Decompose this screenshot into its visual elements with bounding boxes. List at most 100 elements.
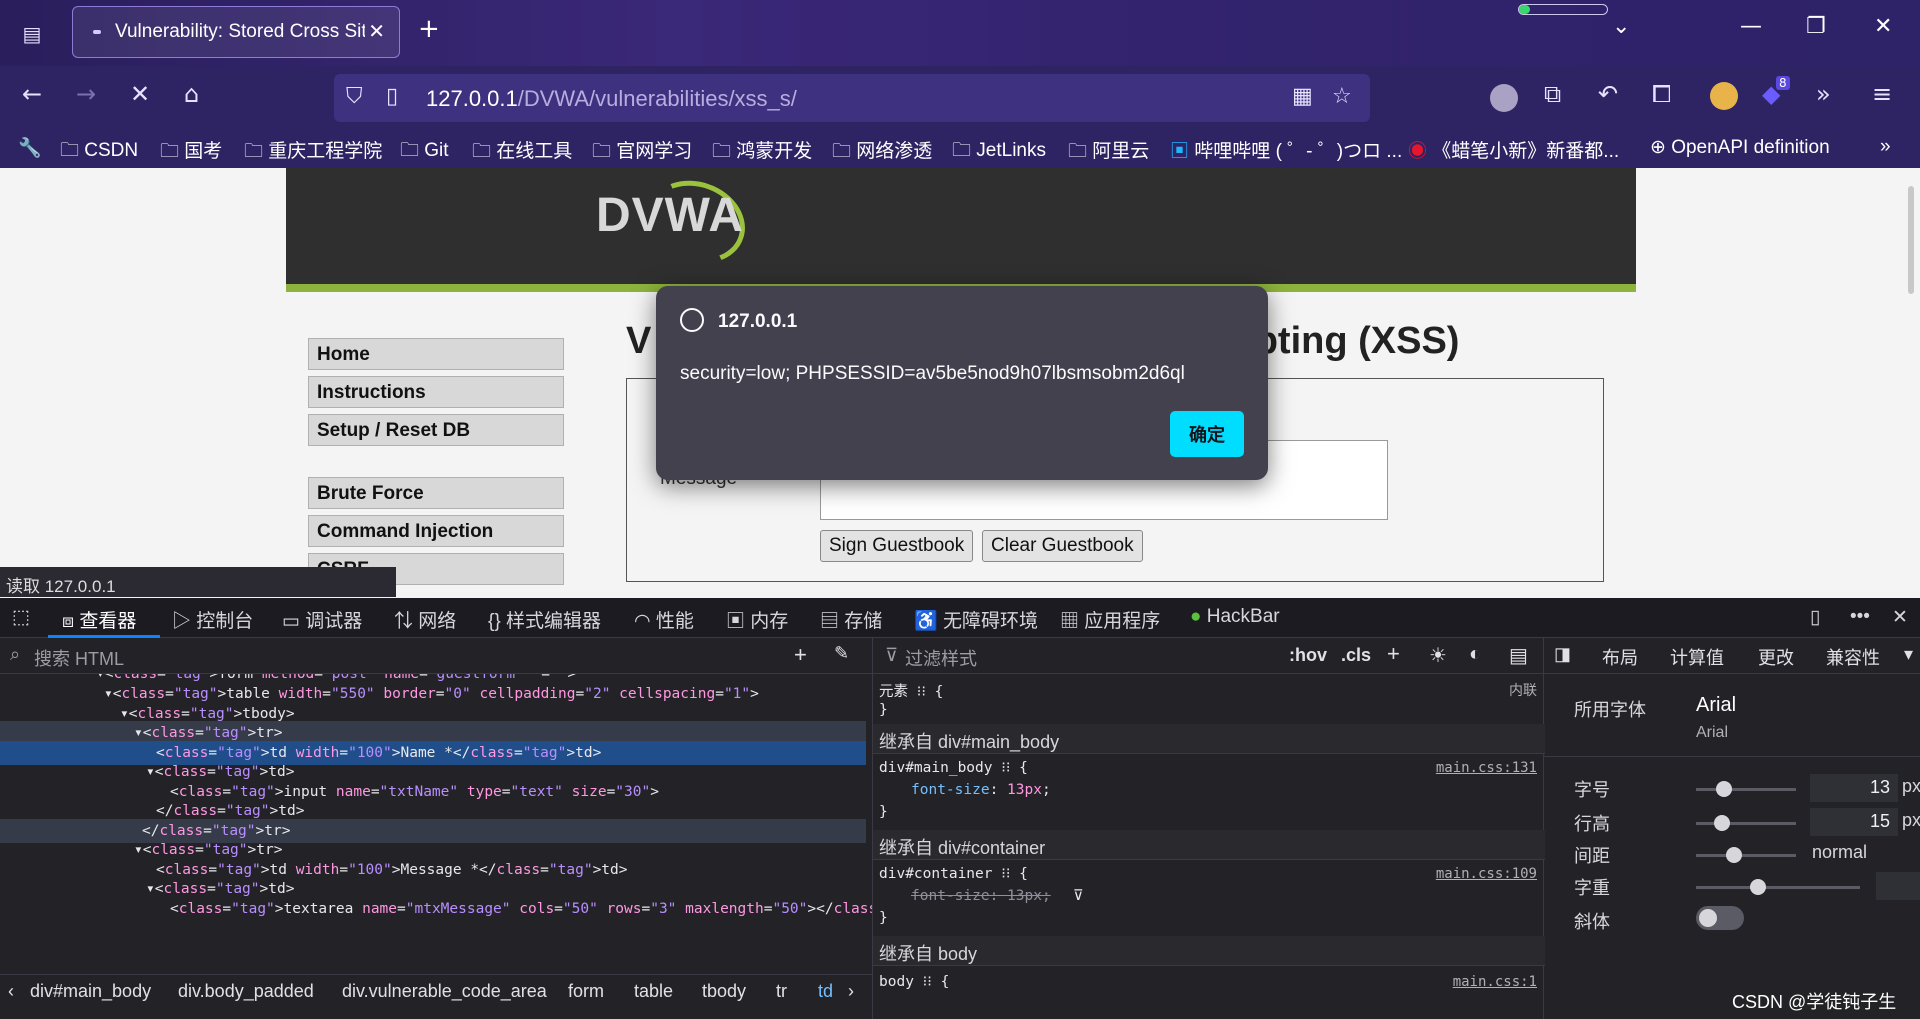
tab-list-icon[interactable]: ▤ (14, 16, 50, 52)
letter-spacing-slider[interactable] (1696, 847, 1796, 863)
main-css-131-link[interactable]: main.css:131 (1436, 760, 1537, 776)
restore-button[interactable]: ❐ (1806, 14, 1826, 39)
element-picker-icon[interactable]: ⬚ (12, 606, 30, 629)
add-node-icon[interactable]: + (794, 642, 807, 668)
close-window-button[interactable]: ✕ (1874, 14, 1892, 39)
container-selector[interactable]: div#container ⁝⁝ { (879, 866, 1028, 882)
bookmark-tools[interactable]: 🗀 在线工具 (472, 136, 572, 169)
tab-changes[interactable]: 更改 (1758, 644, 1794, 670)
light-mode-icon[interactable]: ☀ (1429, 643, 1447, 668)
stop-button[interactable]: ✕ (130, 80, 150, 108)
font-size-slider[interactable] (1696, 781, 1796, 797)
crop-icon[interactable]: ⧉ (1544, 80, 1561, 108)
filter-styles-input[interactable]: 过滤样式 (905, 645, 977, 671)
tab-performance[interactable]: ◠ 性能 (634, 606, 694, 633)
font-size-input[interactable]: 13 (1810, 774, 1898, 802)
url-bar[interactable]: ⛉ ▯ 127.0.0.1/DVWA/vulnerabilities/xss_s… (334, 74, 1370, 122)
tab-storage[interactable]: ▤ 存储 (820, 606, 882, 633)
tab-accessibility[interactable]: ♿ 无障碍环境 (914, 606, 1038, 633)
url-text[interactable]: 127.0.0.1/DVWA/vulnerabilities/xss_s/ (426, 86, 797, 112)
bookmark-aliyun[interactable]: 🗀 阿里云 (1068, 136, 1149, 169)
slider-thumb[interactable] (1750, 879, 1766, 895)
active-tab[interactable]: Vulnerability: Stored Cross Site ✕ (72, 6, 400, 58)
eyedropper-icon[interactable]: ✎ (834, 643, 849, 664)
overflow-chevrons-icon[interactable]: » (1816, 80, 1831, 108)
tab-compatibility[interactable]: 兼容性 (1826, 644, 1880, 670)
font-weight-input[interactable] (1876, 872, 1920, 900)
breadcrumb-item-active[interactable]: td (818, 981, 833, 1002)
tab-console[interactable]: ▷ 控制台 (172, 606, 253, 633)
tab-style-editor[interactable]: {} 样式编辑器 (488, 606, 601, 633)
close-devtools-icon[interactable]: ✕ (1892, 606, 1908, 629)
overridden-font-size[interactable]: font-size: 13px; (911, 888, 1051, 904)
menu-item-instructions[interactable]: Instructions (308, 376, 564, 408)
search-html-input[interactable]: 搜索 HTML (34, 645, 124, 671)
new-tab-button[interactable]: + (418, 14, 440, 44)
breadcrumb-item[interactable]: table (634, 981, 673, 1002)
tab-overflow-chevron-icon[interactable]: ⌄ (1612, 14, 1630, 39)
bookmark-cqie[interactable]: 🗀 重庆工程学院 (244, 136, 382, 169)
bookmark-guokao[interactable]: 🗀 国考 (160, 136, 222, 169)
bookmark-jetlinks[interactable]: 🗀 JetLinks (952, 136, 1046, 168)
breadcrumb-item[interactable]: div.body_padded (178, 981, 314, 1002)
home-button[interactable]: ⌂ (184, 80, 199, 108)
page-info-icon[interactable]: ▯ (386, 84, 398, 109)
bookmark-weibo[interactable]: ◉ 《蜡笔小新》新番都... (1408, 136, 1619, 163)
breadcrumb-item[interactable]: tbody (702, 981, 746, 1002)
line-height-input[interactable]: 15 (1810, 808, 1898, 836)
breadcrumb-item[interactable]: form (568, 981, 604, 1002)
breadcrumb-prev-icon[interactable]: ‹ (8, 981, 14, 1002)
dock-icon[interactable]: ▯ (1810, 606, 1820, 629)
breadcrumb-next-icon[interactable]: › (848, 981, 854, 1002)
minimize-button[interactable]: — (1740, 14, 1762, 39)
tab-hackbar[interactable]: ● HackBar (1190, 606, 1280, 628)
tree-node[interactable]: <class="tag">textarea name="mtxMessage" … (0, 897, 872, 921)
add-rule-icon[interactable]: + (1387, 641, 1400, 667)
body-selector[interactable]: body ⁝⁝ { (879, 974, 949, 990)
sidebar-toggle-icon[interactable]: ◨ (1554, 644, 1571, 665)
bookmark-csdn[interactable]: 🗀 CSDN (60, 136, 138, 168)
qr-code-icon[interactable]: ▦ (1292, 84, 1313, 109)
tabs-dropdown-icon[interactable]: ▾ (1904, 644, 1913, 665)
clear-guestbook-button[interactable]: Clear Guestbook (982, 530, 1143, 562)
tab-computed[interactable]: 计算值 (1670, 644, 1724, 670)
font-size-declaration[interactable]: font-size: 13px; (911, 782, 1051, 798)
extension-avatar-icon[interactable] (1710, 82, 1738, 110)
slider-thumb[interactable] (1714, 815, 1730, 831)
breadcrumb-item[interactable]: tr (776, 981, 787, 1002)
tab-application[interactable]: ▦ 应用程序 (1060, 606, 1160, 633)
cls-toggle[interactable]: .cls (1341, 645, 1371, 666)
main-css-1-link[interactable]: main.css:1 (1453, 974, 1537, 990)
slider-thumb[interactable] (1726, 847, 1742, 863)
menu-item-command-injection[interactable]: Command Injection (308, 515, 564, 547)
breadcrumb-item[interactable]: div#main_body (30, 981, 151, 1002)
bookmark-git[interactable]: 🗀 Git (400, 136, 449, 168)
tab-inspector[interactable]: ⧈ 查看器 (62, 606, 136, 633)
bookmark-openapi[interactable]: ⊕ OpenAPI definition (1650, 136, 1830, 159)
menu-item-home[interactable]: Home (308, 338, 564, 370)
hov-toggle[interactable]: :hov (1289, 645, 1327, 666)
wrench-icon[interactable]: 🔧 (18, 136, 42, 160)
italic-toggle[interactable] (1696, 906, 1744, 930)
bookmark-bilibili[interactable]: ▣ 哔哩哔哩 ( ゜- ゜)つロ ... (1170, 136, 1402, 163)
undo-icon[interactable]: ↶ (1598, 80, 1618, 108)
bookmark-star-icon[interactable]: ☆ (1332, 84, 1352, 109)
filter-property-icon[interactable]: ⊽ (1073, 888, 1084, 904)
font-weight-slider[interactable] (1696, 879, 1860, 895)
profile-avatar[interactable] (1490, 84, 1518, 112)
slider-thumb[interactable] (1716, 781, 1732, 797)
tab-memory[interactable]: ▣ 内存 (726, 606, 788, 633)
menu-item-brute-force[interactable]: Brute Force (308, 477, 564, 509)
tab-layout[interactable]: 布局 (1602, 644, 1638, 670)
ok-button[interactable]: 确定 (1170, 411, 1244, 457)
bookmark-official[interactable]: 🗀 官网学习 (592, 136, 692, 169)
bookmark-pentest[interactable]: 🗀 网络渗透 (832, 136, 932, 169)
menu-item-setup[interactable]: Setup / Reset DB (308, 414, 564, 446)
back-button[interactable]: ← (22, 80, 42, 108)
bookmark-harmony[interactable]: 🗀 鸿蒙开发 (712, 136, 812, 169)
forward-button[interactable]: → (76, 80, 96, 108)
page-scrollbar[interactable] (1908, 186, 1914, 294)
bookmarks-overflow-icon[interactable]: » (1880, 136, 1891, 158)
extensions-icon[interactable]: ⧠ (1652, 80, 1671, 108)
line-height-slider[interactable] (1696, 815, 1796, 831)
